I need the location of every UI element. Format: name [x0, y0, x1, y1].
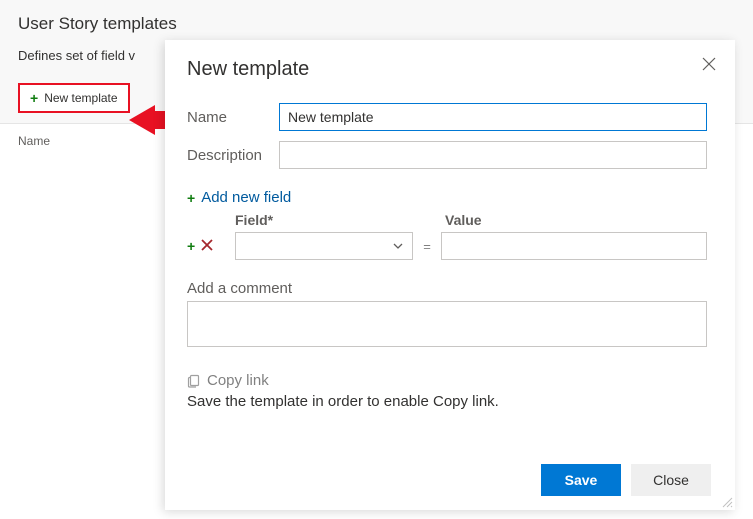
plus-icon: +	[30, 91, 38, 105]
close-button[interactable]: Close	[631, 464, 711, 496]
field-row: + =	[187, 232, 707, 260]
chevron-down-icon	[392, 240, 404, 252]
resize-handle-icon[interactable]	[721, 496, 733, 508]
new-template-button[interactable]: + New template	[18, 83, 130, 113]
add-new-field-link[interactable]: Add new field	[201, 189, 291, 206]
description-input[interactable]	[279, 141, 707, 169]
name-input[interactable]	[279, 103, 707, 131]
remove-row-icon[interactable]	[201, 239, 213, 253]
add-row-icon[interactable]: +	[187, 239, 195, 253]
copy-link-label: Copy link	[207, 372, 269, 389]
comment-textarea[interactable]	[187, 301, 707, 347]
field-column-header: Field*	[235, 212, 417, 228]
new-template-button-label: New template	[44, 91, 117, 105]
copy-link-icon	[187, 374, 201, 388]
value-column-header: Value	[445, 212, 482, 228]
name-label: Name	[187, 109, 279, 126]
equals-label: =	[413, 239, 441, 254]
value-input[interactable]	[441, 232, 707, 260]
field-dropdown[interactable]	[235, 232, 413, 260]
close-icon	[702, 57, 716, 71]
dialog-close-button[interactable]	[697, 52, 721, 76]
save-button[interactable]: Save	[541, 464, 621, 496]
plus-icon: +	[187, 191, 195, 205]
dialog-title: New template	[187, 58, 707, 81]
description-label: Description	[187, 147, 279, 164]
copy-link-note: Save the template in order to enable Cop…	[187, 393, 707, 410]
page-title: User Story templates	[18, 14, 735, 34]
new-template-dialog: New template Name Description + Add new …	[165, 40, 735, 510]
comment-label: Add a comment	[187, 280, 707, 297]
